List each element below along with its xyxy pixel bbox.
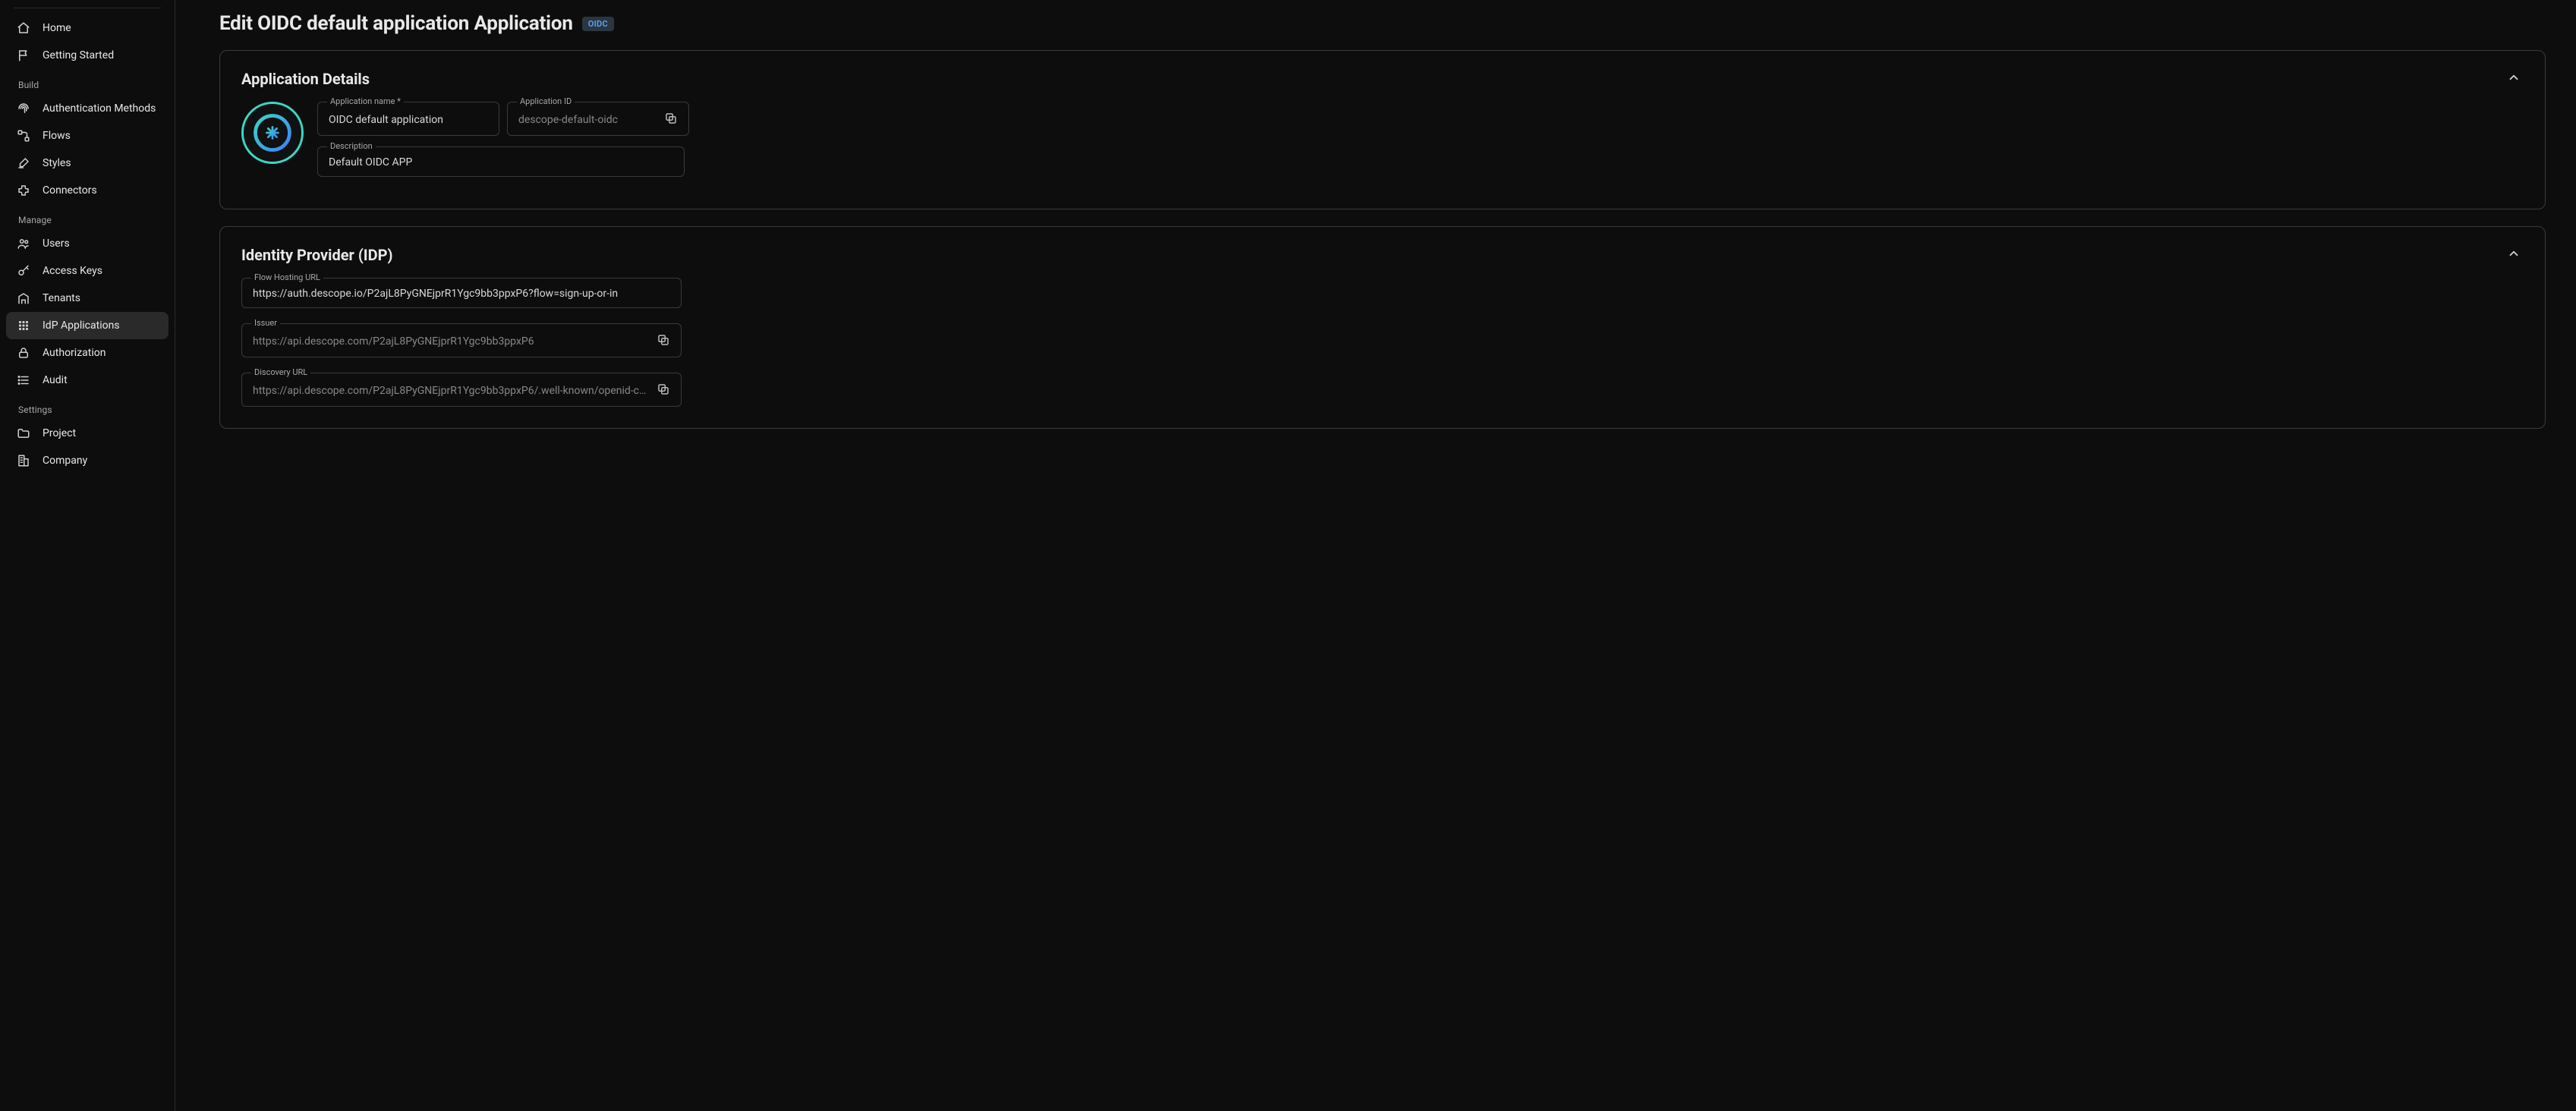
sidebar-item-label: IdP Applications xyxy=(43,319,120,332)
sidebar-item-label: Flows xyxy=(43,130,71,142)
application-name-field: Application name * xyxy=(317,102,499,136)
copy-issuer-button[interactable] xyxy=(650,333,670,349)
lock-icon xyxy=(17,346,30,360)
sidebar-item-label: Tenants xyxy=(43,292,80,304)
description-label: Description xyxy=(327,141,376,151)
sidebar-item-label: Users xyxy=(43,238,70,250)
sidebar-item-connectors[interactable]: Connectors xyxy=(6,177,168,204)
sidebar: Home Getting Started Build Authentication … xyxy=(0,0,175,1111)
sidebar-item-audit[interactable]: Audit xyxy=(6,367,168,394)
sidebar-item-label: Home xyxy=(43,22,71,34)
idp-title: Identity Provider (IDP) xyxy=(241,246,393,264)
sidebar-section-label-manage: Manage xyxy=(6,204,168,230)
list-icon xyxy=(17,373,30,387)
collapse-idp-button[interactable] xyxy=(2504,244,2524,266)
sidebar-item-access-keys[interactable]: Access Keys xyxy=(6,257,168,285)
building-icon xyxy=(17,291,30,305)
copy-icon xyxy=(664,112,678,127)
sidebar-section-label-settings: Settings xyxy=(6,394,168,420)
brush-icon xyxy=(17,156,30,170)
idp-panel: Identity Provider (IDP) Flow Hosting URL… xyxy=(219,226,2546,429)
main-content: Edit OIDC default application Applicatio… xyxy=(175,0,2576,1111)
chevron-up-icon xyxy=(2507,251,2521,263)
discovery-url-label: Discovery URL xyxy=(251,367,310,377)
application-name-label: Application name * xyxy=(327,96,404,106)
sidebar-item-authentication-methods[interactable]: Authentication Methods xyxy=(6,95,168,122)
application-logo xyxy=(241,102,304,164)
fingerprint-icon xyxy=(17,102,30,115)
sidebar-item-label: Styles xyxy=(43,157,71,169)
application-details-title: Application Details xyxy=(241,70,370,88)
key-icon xyxy=(17,264,30,278)
application-id-input xyxy=(518,114,658,126)
sidebar-item-authorization[interactable]: Authorization xyxy=(6,339,168,367)
flow-hosting-url-field: Flow Hosting URL xyxy=(241,278,682,308)
oidc-badge: OIDC xyxy=(582,17,614,31)
application-details-panel: Application Details xyxy=(219,50,2546,209)
discovery-url-field: Discovery URL xyxy=(241,373,682,407)
users-icon xyxy=(17,237,30,250)
copy-discovery-url-button[interactable] xyxy=(650,382,670,398)
flows-icon xyxy=(17,129,30,143)
application-id-field: Application ID xyxy=(507,102,689,136)
sidebar-item-project[interactable]: Project xyxy=(6,420,168,447)
page-title-row: Edit OIDC default application Applicatio… xyxy=(219,12,2546,35)
flag-icon xyxy=(17,49,30,62)
sidebar-item-styles[interactable]: Styles xyxy=(6,149,168,177)
apps-icon xyxy=(17,319,30,332)
page-title: Edit OIDC default application Applicatio… xyxy=(219,12,573,35)
flow-hosting-url-input[interactable] xyxy=(253,288,670,300)
company-icon xyxy=(17,454,30,467)
sidebar-item-getting-started[interactable]: Getting Started xyxy=(6,42,168,69)
description-field: Description xyxy=(317,146,685,177)
issuer-input xyxy=(253,335,650,348)
sidebar-item-label: Audit xyxy=(43,374,68,386)
sidebar-item-label: Authorization xyxy=(43,347,105,359)
sidebar-item-users[interactable]: Users xyxy=(6,230,168,257)
issuer-label: Issuer xyxy=(251,318,280,328)
sidebar-item-label: Connectors xyxy=(43,184,97,197)
copy-icon xyxy=(657,382,670,398)
folder-icon xyxy=(17,426,30,440)
sidebar-item-tenants[interactable]: Tenants xyxy=(6,285,168,312)
issuer-field: Issuer xyxy=(241,323,682,357)
collapse-application-details-button[interactable] xyxy=(2504,68,2524,90)
sidebar-item-label: Authentication Methods xyxy=(43,102,156,115)
sidebar-item-label: Access Keys xyxy=(43,265,102,277)
sidebar-section-label-build: Build xyxy=(6,69,168,95)
sidebar-item-home[interactable]: Home xyxy=(6,14,168,42)
chevron-up-icon xyxy=(2507,75,2521,87)
extension-icon xyxy=(17,184,30,197)
sidebar-item-flows[interactable]: Flows xyxy=(6,122,168,149)
copy-icon xyxy=(657,333,670,349)
sidebar-item-label: Project xyxy=(43,427,76,439)
application-name-input[interactable] xyxy=(329,114,488,126)
discovery-url-input xyxy=(253,385,650,397)
sidebar-item-label: Company xyxy=(43,455,87,467)
application-details-header: Application Details xyxy=(241,68,2524,90)
description-input[interactable] xyxy=(329,156,673,168)
sidebar-item-label: Getting Started xyxy=(43,49,114,61)
application-id-label: Application ID xyxy=(517,96,575,106)
flow-hosting-url-label: Flow Hosting URL xyxy=(251,272,323,282)
sidebar-item-idp-applications[interactable]: IdP Applications xyxy=(6,312,168,339)
sidebar-item-company[interactable]: Company xyxy=(6,447,168,474)
idp-header: Identity Provider (IDP) xyxy=(241,244,2524,266)
home-icon xyxy=(17,21,30,35)
copy-application-id-button[interactable] xyxy=(658,112,678,127)
